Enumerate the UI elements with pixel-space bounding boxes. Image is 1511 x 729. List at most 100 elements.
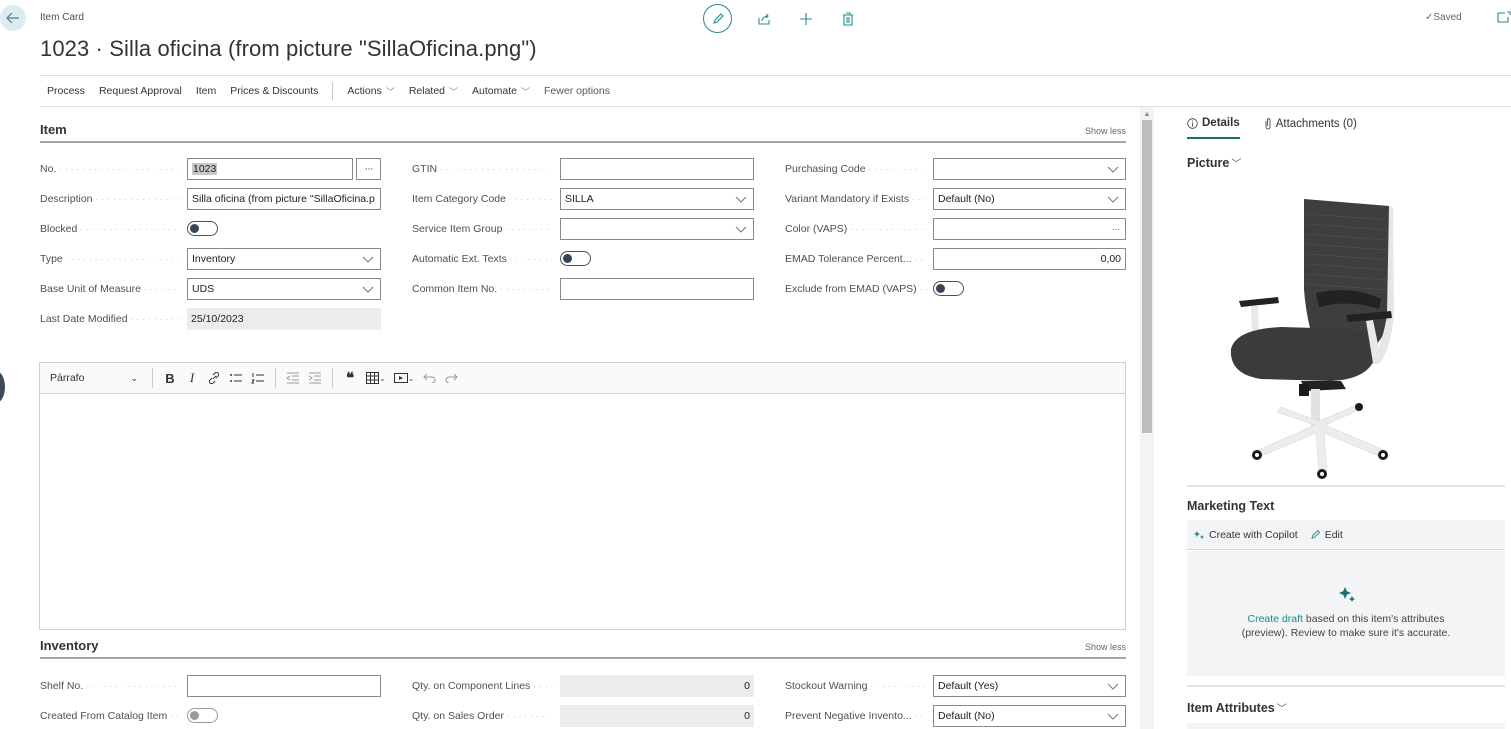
item-section-header: Item Show less bbox=[40, 121, 1126, 143]
purchasing-select[interactable] bbox=[933, 158, 1126, 180]
indent-button[interactable] bbox=[304, 368, 326, 388]
no-input[interactable]: 1023 bbox=[187, 158, 353, 180]
field-auto-ext-texts: Automatic Ext. Texts bbox=[412, 248, 557, 270]
fewer-options-button[interactable]: Fewer options bbox=[544, 85, 610, 97]
scroll-up-icon[interactable]: ▲ bbox=[1143, 111, 1151, 119]
delete-button[interactable] bbox=[838, 9, 858, 29]
share-icon bbox=[758, 13, 770, 25]
type-select[interactable]: Inventory bbox=[187, 248, 381, 270]
service-group-select[interactable] bbox=[560, 218, 754, 240]
pencil-icon bbox=[1311, 529, 1320, 539]
create-draft-link[interactable]: Create draft bbox=[1248, 613, 1303, 625]
chevron-down-icon: ﹀ bbox=[521, 86, 531, 97]
action-prices-discounts[interactable]: Prices & Discounts bbox=[230, 85, 318, 97]
back-button[interactable] bbox=[0, 5, 26, 31]
prevent-negative-select[interactable]: Default (No) bbox=[933, 705, 1126, 727]
item-attributes-content bbox=[1187, 723, 1505, 729]
chevron-down-icon bbox=[1107, 683, 1119, 690]
plus-icon bbox=[800, 12, 812, 25]
variant-mandatory-select[interactable]: Default (No) bbox=[933, 188, 1126, 210]
gtin-input[interactable] bbox=[560, 158, 754, 180]
create-with-copilot-button[interactable]: Create with Copilot bbox=[1194, 529, 1298, 541]
field-description: Description bbox=[40, 188, 185, 210]
side-handle[interactable] bbox=[0, 371, 5, 403]
picture-heading[interactable]: Picture ﹀ bbox=[1187, 155, 1241, 171]
menu-related[interactable]: Related ﹀ bbox=[409, 85, 458, 98]
field-common-no: Common Item No. bbox=[412, 278, 557, 300]
inventory-section-title[interactable]: Inventory bbox=[40, 638, 99, 653]
auto-ext-texts-toggle[interactable] bbox=[560, 251, 591, 266]
tab-details[interactable]: Details bbox=[1187, 117, 1240, 139]
chevron-down-icon[interactable]: ⌄ bbox=[408, 374, 415, 383]
bold-icon: B bbox=[165, 370, 175, 386]
item-section-title[interactable]: Item bbox=[40, 122, 67, 137]
marketing-text-body: Create draft based on this item's attrib… bbox=[1187, 551, 1505, 676]
scrollbar-thumb[interactable] bbox=[1142, 120, 1152, 433]
numbered-list-icon bbox=[251, 373, 264, 384]
stockout-warning-select[interactable]: Default (Yes) bbox=[933, 675, 1126, 697]
outdent-button[interactable] bbox=[282, 368, 304, 388]
edit-button[interactable] bbox=[703, 4, 732, 33]
link-icon bbox=[208, 372, 220, 384]
rich-text-editor: Párrafo ⌄ B I ❝ ⌄ ⌄ bbox=[39, 362, 1126, 630]
marketing-text-actions: Create with Copilot Edit bbox=[1187, 520, 1505, 550]
new-button[interactable] bbox=[796, 9, 816, 29]
blocked-toggle[interactable] bbox=[187, 221, 218, 236]
link-button[interactable] bbox=[203, 368, 225, 388]
item-attributes-heading[interactable]: Item Attributes ﹀ bbox=[1187, 700, 1287, 716]
description-input[interactable]: Silla oficina (from picture "SillaOficin… bbox=[187, 188, 381, 210]
shelf-no-input[interactable] bbox=[187, 675, 381, 697]
base-uom-select[interactable]: UDS bbox=[187, 278, 381, 300]
field-no: No. bbox=[40, 158, 185, 180]
undo-icon bbox=[423, 373, 436, 383]
inventory-section-header: Inventory Show less bbox=[40, 637, 1126, 659]
chevron-down-icon[interactable]: ⌄ bbox=[379, 374, 386, 383]
trash-icon bbox=[843, 11, 853, 26]
color-input[interactable]: ··· bbox=[933, 218, 1126, 240]
content-scrollbar[interactable]: ▲ bbox=[1140, 107, 1154, 729]
created-from-catalog-toggle[interactable] bbox=[187, 708, 218, 723]
action-bar: Process Request Approval Item Prices & D… bbox=[40, 75, 1511, 107]
field-exclude-emad: Exclude from EMAD (VAPS) bbox=[785, 278, 930, 300]
item-show-less[interactable]: Show less bbox=[1085, 126, 1126, 136]
item-picture[interactable] bbox=[1221, 189, 1451, 479]
toolbar-separator bbox=[332, 368, 333, 388]
bullet-list-button[interactable] bbox=[225, 368, 247, 388]
info-icon bbox=[1187, 117, 1198, 129]
chevron-down-icon bbox=[735, 226, 747, 233]
popout-button[interactable] bbox=[1497, 11, 1511, 26]
chevron-down-icon bbox=[1107, 196, 1119, 203]
editor-content-area[interactable] bbox=[40, 394, 1125, 629]
share-button[interactable] bbox=[754, 9, 774, 29]
inventory-show-less[interactable]: Show less bbox=[1085, 642, 1126, 652]
italic-button[interactable]: I bbox=[181, 368, 203, 388]
paragraph-style-select[interactable]: Párrafo ⌄ bbox=[50, 372, 146, 384]
ellipsis-icon[interactable]: ··· bbox=[1112, 223, 1120, 235]
tab-attachments[interactable]: Attachments (0) bbox=[1264, 117, 1357, 139]
category-select[interactable]: SILLA bbox=[560, 188, 754, 210]
common-no-input[interactable] bbox=[560, 278, 754, 300]
chevron-down-icon bbox=[735, 196, 747, 203]
redo-button[interactable] bbox=[440, 368, 462, 388]
chevron-down-icon bbox=[1107, 713, 1119, 720]
action-request-approval[interactable]: Request Approval bbox=[99, 85, 182, 97]
numbered-list-button[interactable] bbox=[247, 368, 269, 388]
emad-tolerance-input[interactable]: 0,00 bbox=[933, 248, 1126, 270]
bold-button[interactable]: B bbox=[159, 368, 181, 388]
action-process[interactable]: Process bbox=[47, 85, 85, 97]
chevron-down-icon: ⌄ bbox=[130, 372, 138, 383]
menu-automate[interactable]: Automate ﹀ bbox=[472, 85, 530, 98]
field-prevent-negative: Prevent Negative Invento... bbox=[785, 705, 930, 727]
factbox-tabs: Details Attachments (0) bbox=[1187, 117, 1381, 139]
quote-button[interactable]: ❝ bbox=[339, 368, 361, 388]
field-color: Color (VAPS) bbox=[785, 218, 930, 240]
marketing-edit-button[interactable]: Edit bbox=[1310, 529, 1343, 541]
undo-button[interactable] bbox=[418, 368, 440, 388]
exclude-emad-toggle[interactable] bbox=[933, 281, 964, 296]
qty-sales-order-value: 0 bbox=[560, 705, 754, 727]
field-blocked: Blocked bbox=[40, 218, 185, 240]
menu-actions[interactable]: Actions ﹀ bbox=[347, 85, 394, 98]
field-purchasing: Purchasing Code bbox=[785, 158, 930, 180]
action-item[interactable]: Item bbox=[196, 85, 216, 97]
no-assist-button[interactable]: ··· bbox=[356, 158, 381, 180]
